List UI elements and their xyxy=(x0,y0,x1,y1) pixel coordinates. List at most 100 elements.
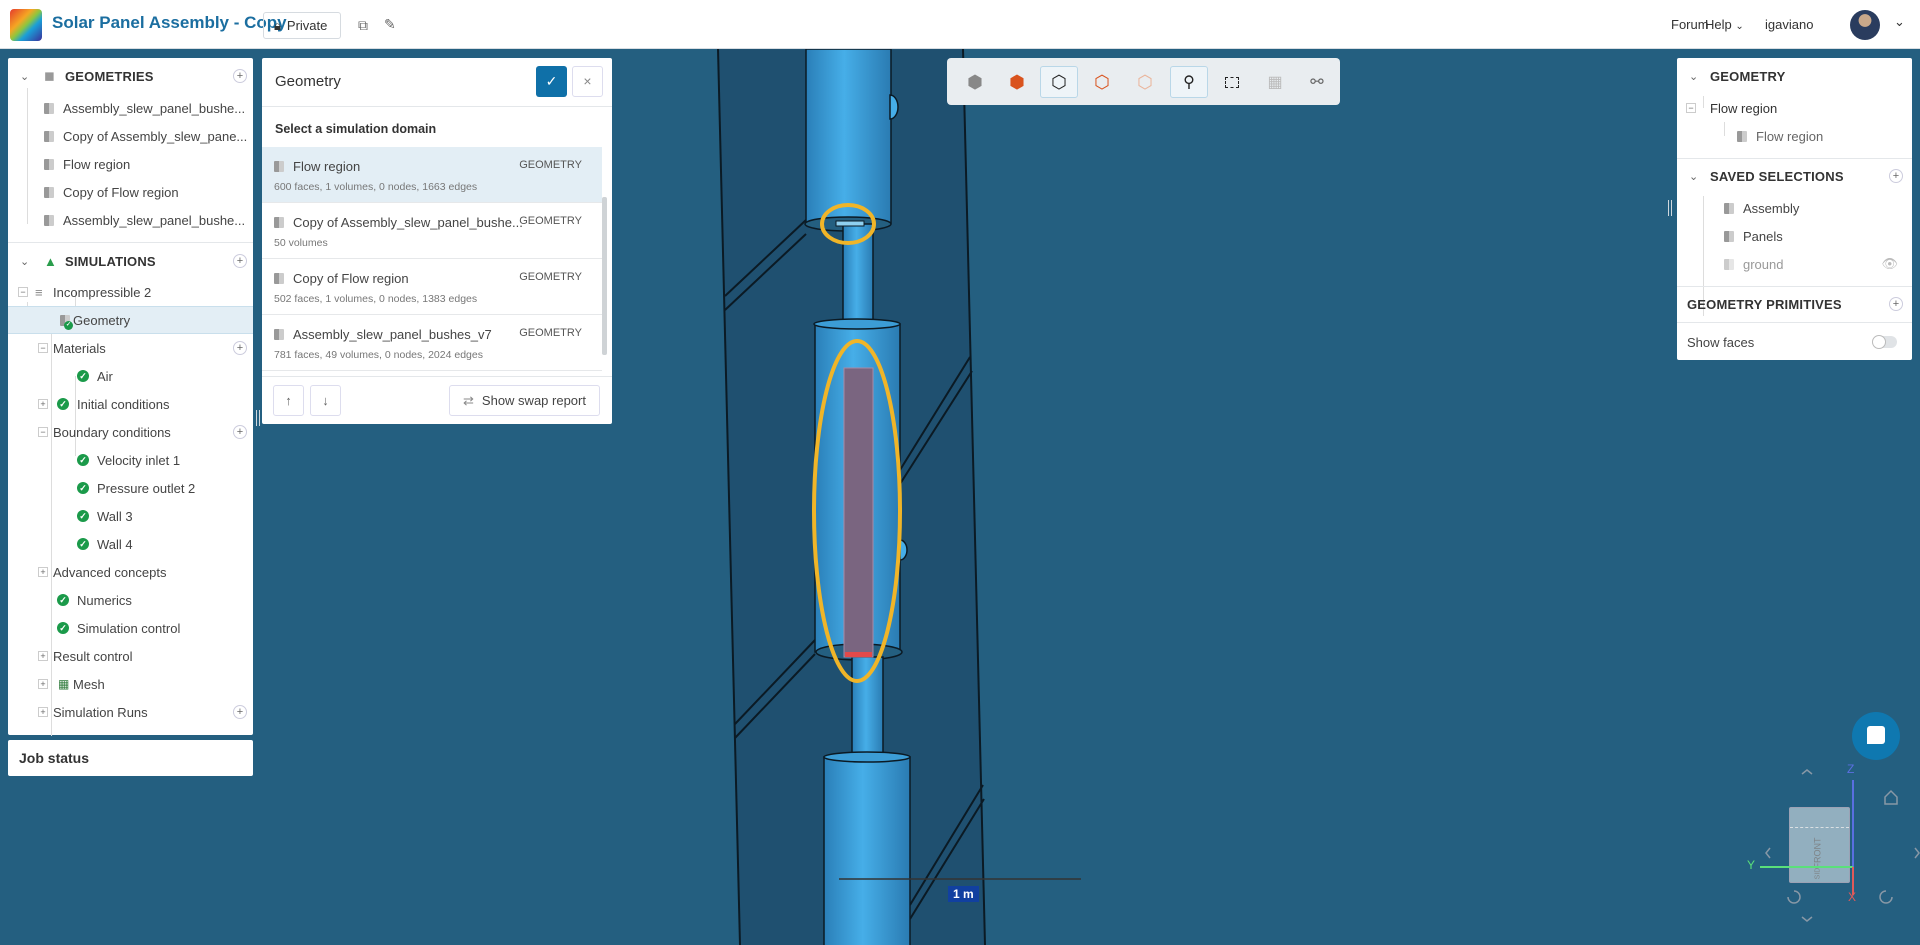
selection-item[interactable]: Panels xyxy=(1677,222,1912,250)
tree-item-simulation[interactable]: − ≡ Incompressible 2 xyxy=(8,278,253,306)
tree-item-bc[interactable]: ✓ Pressure outlet 2 xyxy=(8,474,253,502)
project-title[interactable]: Solar Panel Assembly - Copy xyxy=(52,13,287,33)
copy-icon[interactable]: ⧉ xyxy=(358,17,368,34)
tree-item-bc[interactable]: ✓ Wall 3 xyxy=(8,502,253,530)
tree-item-boundary-conditions[interactable]: − Boundary conditions + xyxy=(8,418,253,446)
tree-item-simulation-runs[interactable]: + Simulation Runs + xyxy=(8,698,253,726)
simulations-header[interactable]: ⌄ ▲ SIMULATIONS + xyxy=(8,247,253,275)
add-simulation-button[interactable]: + xyxy=(233,254,247,268)
geometry-item[interactable]: Copy of Assembly_slew_pane... xyxy=(8,122,253,150)
rotate-left-icon xyxy=(1787,890,1801,904)
mesh-view-button[interactable]: ▦ xyxy=(1256,66,1294,98)
box-select-button[interactable] xyxy=(1213,66,1251,98)
chevron-down-icon[interactable]: ⌄ xyxy=(1689,170,1698,183)
solid-view-button[interactable]: ⬢ xyxy=(998,66,1036,98)
domain-item-selected[interactable]: Flow region 600 faces, 1 volumes, 0 nodes… xyxy=(262,147,602,203)
add-material-button[interactable]: + xyxy=(233,341,247,355)
wireframe-view-button[interactable]: ⬡ xyxy=(1083,66,1121,98)
flow-region-item[interactable]: − Flow region xyxy=(1677,94,1912,122)
confirm-button[interactable]: ✓ xyxy=(536,66,567,97)
username[interactable]: igaviano xyxy=(1765,17,1813,32)
tree-item-initial-conditions[interactable]: + ✓ Initial conditions xyxy=(8,390,253,418)
tree-item-bc[interactable]: ✓ Wall 4 xyxy=(8,530,253,558)
domain-item[interactable]: Copy of Assembly_slew_panel_bushe... 50 v… xyxy=(262,203,602,259)
section-view-button[interactable]: ⚯ xyxy=(1298,66,1336,98)
app-logo[interactable] xyxy=(10,9,42,41)
selection-icon xyxy=(1724,230,1734,242)
point-select-button[interactable]: ⚲ xyxy=(1170,66,1208,98)
transparent-view-button[interactable]: ⬡ xyxy=(1126,66,1164,98)
tree-item-advanced-concepts[interactable]: + Advanced concepts xyxy=(8,558,253,586)
show-swap-report-button[interactable]: ⇄ Show swap report xyxy=(449,385,600,416)
domain-item[interactable]: Copy of Flow region 502 faces, 1 volumes,… xyxy=(262,259,602,315)
domain-item[interactable]: Assembly_slew_panel_bushes_v7 781 faces, … xyxy=(262,315,602,371)
geometry-icon xyxy=(44,102,54,114)
geometry-section-header[interactable]: ⌄ GEOMETRY xyxy=(1677,62,1912,90)
tree-item-materials[interactable]: − Materials + xyxy=(8,334,253,362)
job-status-title: Job status xyxy=(19,750,90,766)
expand-icon[interactable]: + xyxy=(38,707,48,717)
move-down-button[interactable]: ↓ xyxy=(310,385,341,416)
geometries-header[interactable]: ⌄ ◼ GEOMETRIES + xyxy=(8,62,253,90)
job-status-panel[interactable]: Job status xyxy=(8,740,253,776)
tree-item-numerics[interactable]: ✓ Numerics xyxy=(8,586,253,614)
simulations-icon: ▲ xyxy=(44,253,57,269)
panel-resize-handle[interactable] xyxy=(256,410,260,426)
add-primitive-button[interactable]: + xyxy=(1889,297,1903,311)
check-icon: ✓ xyxy=(57,594,69,606)
eye-hidden-icon[interactable]: 👁︎ xyxy=(1881,256,1898,272)
dialog-subtitle: Select a simulation domain xyxy=(275,122,437,136)
geometry-dialog: Geometry ✓ × Select a simulation domain … xyxy=(262,58,612,424)
geometry-icon xyxy=(274,161,284,172)
item-label: Flow region xyxy=(1710,100,1778,116)
forum-link[interactable]: Forum xyxy=(1671,17,1709,32)
home-icon xyxy=(1884,789,1898,805)
geometry-item[interactable]: Copy of Flow region xyxy=(8,178,253,206)
solid-cube-icon: ⬢ xyxy=(1009,71,1025,92)
collapse-icon[interactable]: − xyxy=(1686,103,1696,113)
tree-item-geometry[interactable]: ✓ Geometry xyxy=(8,306,253,334)
solid-edges-view-button[interactable]: ⬡ xyxy=(1040,66,1078,98)
collapse-icon[interactable]: − xyxy=(38,427,48,437)
chevron-down-icon[interactable]: ⌄ xyxy=(20,255,29,268)
add-geometry-button[interactable]: + xyxy=(233,69,247,83)
move-up-button[interactable]: ↑ xyxy=(273,385,304,416)
user-menu-chevron-icon[interactable]: ⌄ xyxy=(1894,14,1905,30)
geometry-item[interactable]: Flow region xyxy=(8,150,253,178)
expand-icon[interactable]: + xyxy=(38,399,48,409)
list-scrollbar[interactable] xyxy=(602,197,607,355)
close-button[interactable]: × xyxy=(572,66,603,97)
add-selection-button[interactable]: + xyxy=(1889,169,1903,183)
tree-item-air[interactable]: ✓ Air xyxy=(8,362,253,390)
chat-button[interactable] xyxy=(1852,712,1900,760)
add-run-button[interactable]: + xyxy=(233,705,247,719)
chevron-down-icon[interactable]: ⌄ xyxy=(20,70,29,83)
add-boundary-condition-button[interactable]: + xyxy=(233,425,247,439)
tree-item-label: Air xyxy=(97,368,113,384)
tree-item-result-control[interactable]: + Result control xyxy=(8,642,253,670)
geometry-primitives-header[interactable]: GEOMETRY PRIMITIVES + xyxy=(1677,290,1912,318)
privacy-button[interactable]: 🔒︎ Private xyxy=(263,12,341,39)
right-panel-resize-handle[interactable] xyxy=(1668,200,1672,216)
chevron-down-icon[interactable]: ⌄ xyxy=(1689,70,1698,83)
geometry-item[interactable]: Assembly_slew_panel_bushe... xyxy=(8,94,253,122)
show-faces-toggle[interactable] xyxy=(1872,335,1897,349)
tree-item-simulation-control[interactable]: ✓ Simulation control xyxy=(8,614,253,642)
selection-item[interactable]: Assembly xyxy=(1677,194,1912,222)
domain-name: Copy of Flow region xyxy=(293,271,409,286)
view-mode-button[interactable]: ⬢ xyxy=(956,66,994,98)
collapse-icon[interactable]: − xyxy=(38,343,48,353)
pencil-icon[interactable]: ✎ xyxy=(384,16,396,33)
saved-selections-header[interactable]: ⌄ SAVED SELECTIONS + xyxy=(1677,162,1912,190)
expand-icon[interactable]: + xyxy=(38,567,48,577)
expand-icon[interactable]: + xyxy=(38,651,48,661)
help-menu[interactable]: Help ⌄ xyxy=(1705,17,1744,32)
collapse-icon[interactable]: − xyxy=(18,287,28,297)
avatar[interactable] xyxy=(1850,10,1880,40)
flow-region-child-item[interactable]: Flow region xyxy=(1677,122,1912,150)
selection-item-hidden[interactable]: ground 👁︎ xyxy=(1677,250,1912,278)
tree-item-bc[interactable]: ✓ Velocity inlet 1 xyxy=(8,446,253,474)
geometry-item[interactable]: Assembly_slew_panel_bushe... xyxy=(8,206,253,234)
expand-icon[interactable]: + xyxy=(38,679,48,689)
tree-item-mesh[interactable]: + ▦ Mesh xyxy=(8,670,253,698)
